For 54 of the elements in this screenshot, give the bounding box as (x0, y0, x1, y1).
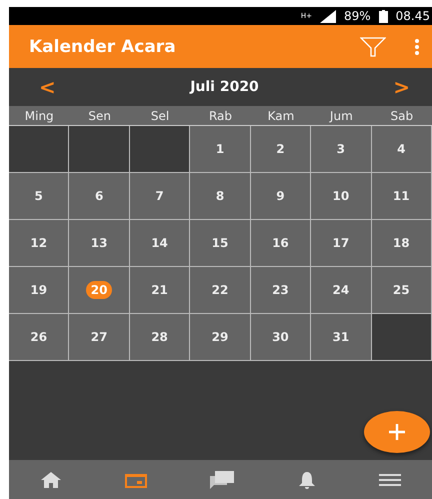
clock: 08.45 (396, 9, 430, 23)
day-cell[interactable]: 22 (190, 267, 251, 314)
previous-month-button[interactable]: < (39, 75, 56, 99)
add-button[interactable] (364, 411, 430, 453)
weekday-label: Ming (24, 108, 55, 122)
menu-icon (379, 472, 402, 486)
weekday-label: Sab (389, 108, 414, 122)
day-cell[interactable]: 5 (9, 173, 70, 220)
weekday-label: Jum (328, 108, 354, 122)
more-options-icon[interactable] (414, 38, 420, 56)
battery-percent: 89% (344, 9, 371, 23)
day-cell[interactable]: 31 (311, 314, 372, 361)
day-cell[interactable]: 6 (69, 173, 130, 220)
chat-icon (209, 470, 236, 490)
day-cell[interactable]: 10 (311, 173, 372, 220)
day-cell[interactable]: 29 (190, 314, 251, 361)
signal-icon (320, 10, 336, 22)
day-cell[interactable]: 28 (130, 314, 190, 361)
day-cell[interactable]: 11 (372, 173, 432, 220)
day-cell[interactable]: 13 (69, 220, 130, 267)
day-cell[interactable]: 16 (250, 220, 312, 267)
day-cell[interactable]: 23 (250, 267, 312, 314)
day-cell[interactable]: 3 (311, 126, 372, 173)
day-cell[interactable]: 12 (9, 220, 70, 267)
weekday-label: Kam (266, 108, 296, 122)
day-cell[interactable]: 27 (69, 314, 130, 361)
month-title: Juli 2020 (190, 79, 259, 95)
day-cell[interactable]: 21 (130, 267, 190, 314)
day-cell[interactable]: 20 (69, 267, 130, 314)
next-month-button[interactable]: > (393, 75, 410, 99)
day-cell[interactable]: 2 (250, 126, 312, 173)
day-cell[interactable]: 30 (250, 314, 312, 361)
day-cell[interactable]: 18 (372, 220, 432, 267)
day-cell[interactable]: 24 (311, 267, 372, 314)
weekday-label: Sel (150, 108, 170, 122)
weekday-label: Rab (208, 108, 234, 122)
weekday-label: Sen (87, 108, 112, 122)
day-cell[interactable]: 9 (250, 173, 312, 220)
plus-icon (388, 423, 406, 441)
day-cell[interactable]: 17 (311, 220, 372, 267)
filter-icon[interactable] (360, 36, 386, 58)
day-cell[interactable]: 8 (190, 173, 251, 220)
day-cell[interactable]: 7 (130, 173, 190, 220)
day-cell[interactable]: 25 (372, 267, 432, 314)
battery-icon (378, 10, 388, 22)
home-icon (40, 470, 62, 488)
app-title: Kalender Acara (29, 36, 177, 56)
day-cell[interactable]: 4 (372, 126, 432, 173)
day-cell[interactable]: 15 (190, 220, 251, 267)
day-cell[interactable]: 26 (9, 314, 70, 361)
day-cell[interactable]: 14 (130, 220, 190, 267)
day-cell[interactable]: 19 (9, 267, 70, 314)
day-cell[interactable]: 1 (190, 126, 251, 173)
bell-icon (297, 470, 318, 490)
